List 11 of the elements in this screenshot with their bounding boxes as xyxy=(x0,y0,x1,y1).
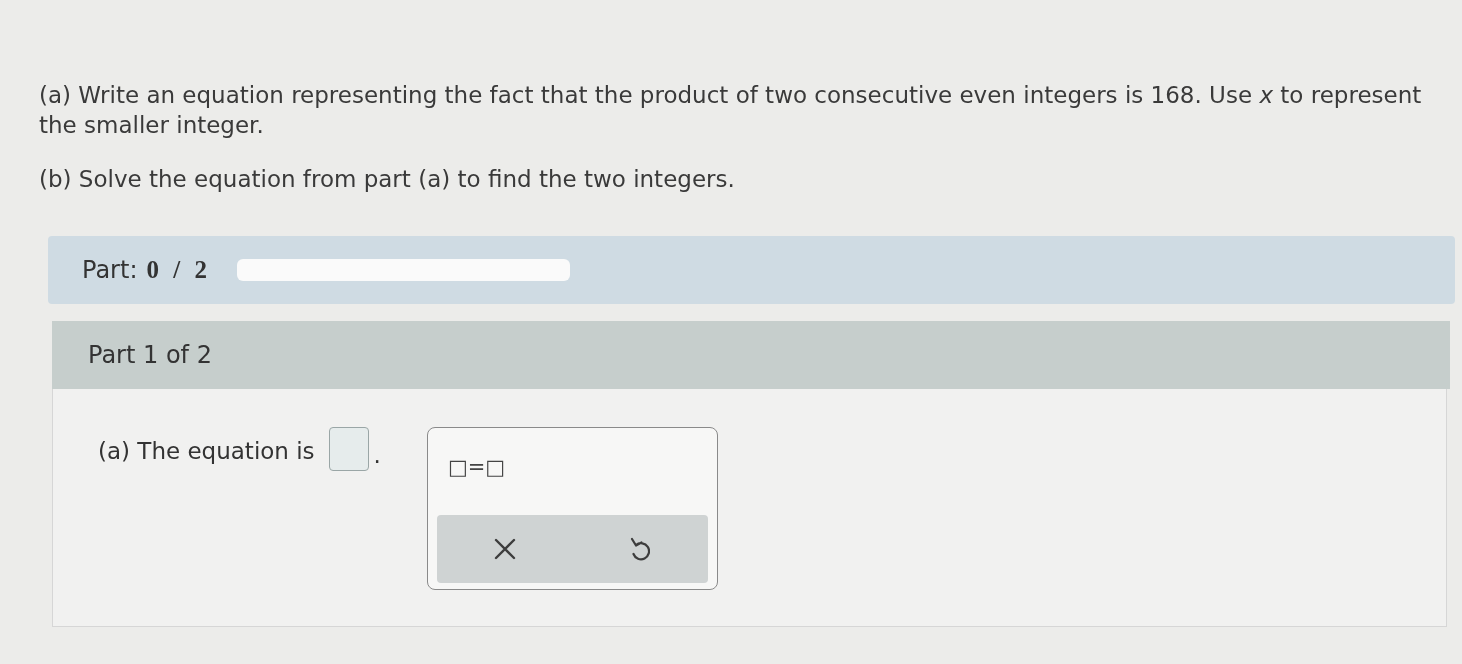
question-text: (a) Write an equation representing the fact that the product of two consecutive even integers is 168. Use x to represent the smaller integer. xyxy=(39,81,1423,140)
close-icon xyxy=(493,538,516,560)
progress-value: 0 / 2 xyxy=(146,255,211,286)
answer-box[interactable] xyxy=(328,427,369,471)
answer-period: . xyxy=(373,441,381,469)
progress-label: Part: xyxy=(82,255,138,286)
question-text: (b) Solve the equation from part (a) to find the two integers. xyxy=(39,165,736,194)
equation-template-button[interactable]: □=□ xyxy=(447,454,506,480)
part-title: Part 1 of 2 xyxy=(88,340,212,371)
answer-prompt: (a) The equation is xyxy=(98,437,315,465)
undo-icon xyxy=(630,537,651,561)
